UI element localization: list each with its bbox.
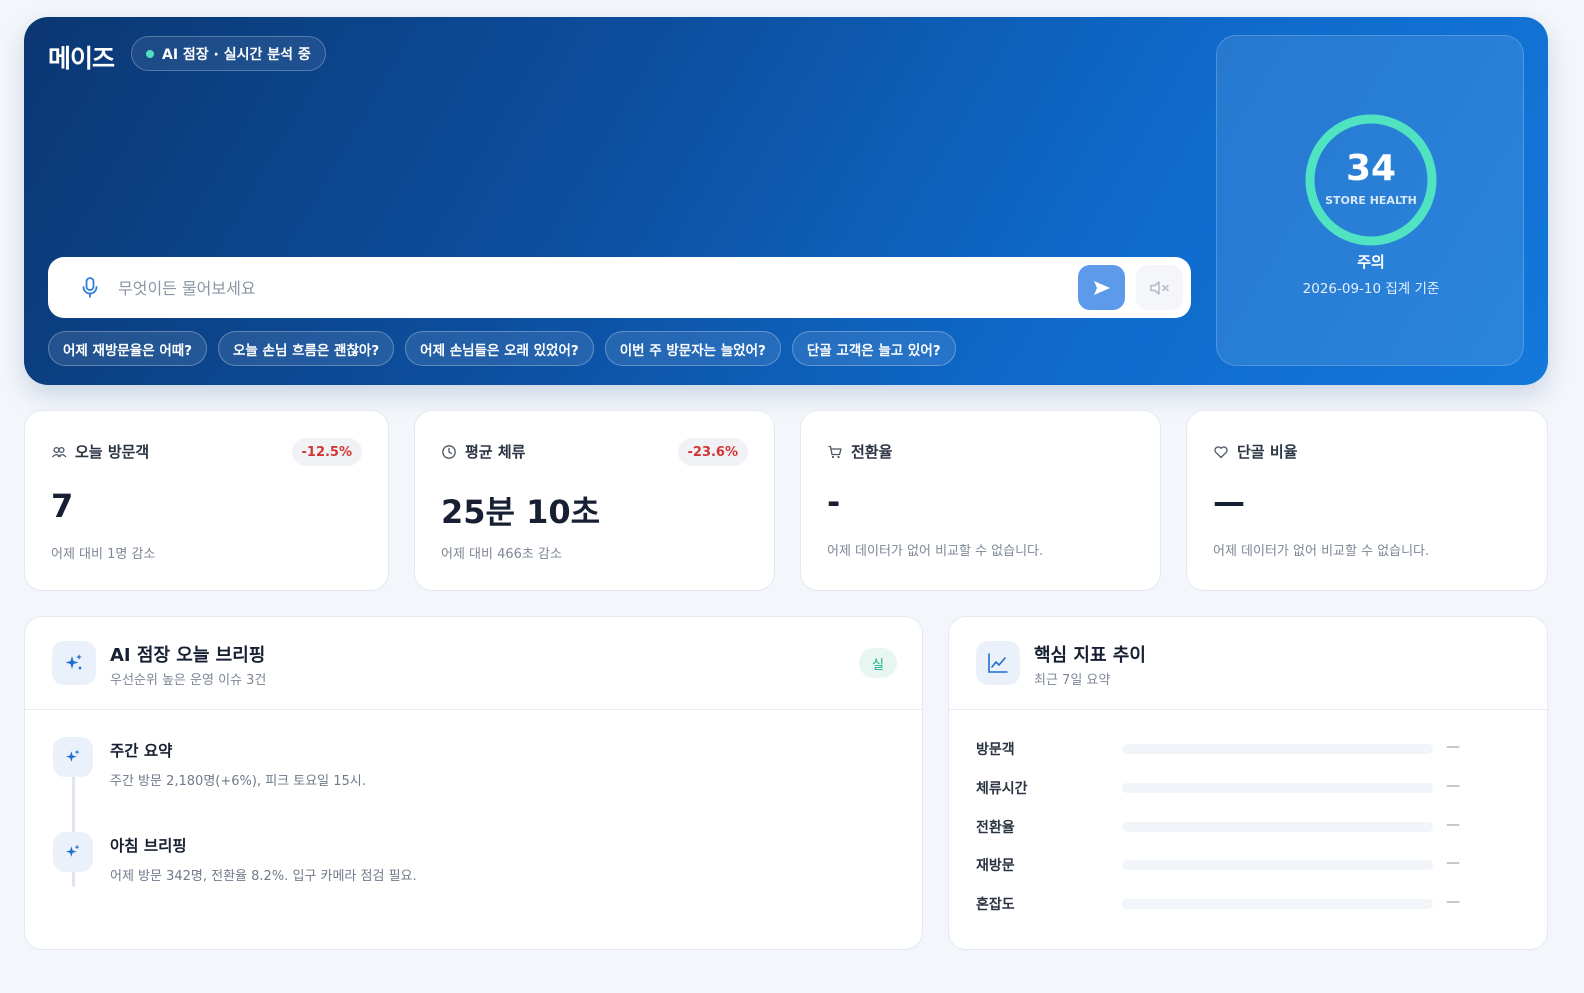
microphone-icon[interactable] — [81, 277, 99, 299]
suggestion-chip[interactable]: 오늘 손님 흐름은 괜찮아? — [218, 331, 395, 366]
cart-icon — [828, 445, 842, 458]
metric-label: 재방문 — [976, 858, 1015, 874]
suggestion-chips: 어제 재방문율은 어때? 오늘 손님 흐름은 괜찮아? 어제 손님들은 오래 있… — [48, 331, 956, 366]
briefing-divider — [25, 709, 924, 710]
briefing-item-text: 주간 방문 2,180명(+6%), 피크 토요일 15시. — [110, 774, 366, 789]
metrics-card: 핵심 지표 추이 최근 7일 요약 방문객 — 체류시간 — 전환율 — 재방문… — [948, 616, 1549, 950]
heart-icon — [1214, 445, 1228, 458]
suggestion-chip[interactable]: 단골 고객은 늘고 있어? — [791, 331, 956, 366]
kpi-note: 어제 데이터가 없어 비교할 수 없습니다. — [827, 544, 1044, 559]
sparkles-icon — [66, 749, 80, 762]
line-chart-icon — [988, 653, 1008, 673]
metrics-icon-box — [976, 641, 1020, 685]
kpi-label: 평균 체류 — [465, 443, 526, 461]
live-tag: 실 — [859, 648, 897, 678]
kpi-note: 어제 데이터가 없어 비교할 수 없습니다. — [1213, 544, 1430, 559]
suggestion-chip[interactable]: 어제 손님들은 오래 있었어? — [405, 331, 594, 366]
suggestion-chip[interactable]: 어제 재방문율은 어때? — [48, 331, 208, 366]
kpi-note: 어제 대비 1명 감소 — [51, 547, 156, 562]
metric-value: — — [1446, 739, 1460, 755]
kpi-label: 오늘 방문객 — [75, 443, 150, 461]
sparkles-icon — [65, 654, 82, 670]
clock-icon — [442, 444, 456, 459]
briefing-item-title: 주간 요약 — [110, 742, 173, 760]
metric-label: 전환율 — [976, 820, 1015, 836]
timeline-icon — [53, 737, 93, 777]
metric-label: 혼잡도 — [976, 897, 1015, 913]
live-status-text: AI 점장 · 실시간 분석 중 — [162, 46, 311, 63]
briefing-title: AI 점장 오늘 브리핑 — [110, 645, 266, 666]
send-button[interactable] — [1078, 265, 1125, 310]
metrics-subtitle: 최근 7일 요약 — [1034, 673, 1111, 688]
metric-trend-bar — [1122, 822, 1433, 832]
metric-value: — — [1446, 778, 1460, 794]
metric-label: 방문객 — [976, 742, 1015, 758]
timeline-icon — [53, 832, 93, 872]
briefing-subtitle: 우선순위 높은 운영 이슈 3건 — [110, 673, 267, 688]
kpi-label: 전환율 — [851, 443, 893, 461]
kpi-card-regulars: 단골 비율 — 어제 데이터가 없어 비교할 수 없습니다. — [1186, 410, 1548, 591]
health-score: 34 — [1345, 148, 1397, 189]
metric-trend-bar — [1122, 783, 1433, 793]
kpi-card-dwell: 평균 체류 -23.6% 25분 10초 어제 대비 466초 감소 — [414, 410, 775, 591]
speaker-mute-icon — [1149, 280, 1169, 295]
live-status-pill: AI 점장 · 실시간 분석 중 — [131, 36, 326, 71]
store-health-panel: 34 STORE HEALTH 주의 2026-09-10 집계 기준 — [1216, 35, 1524, 366]
metric-trend-bar — [1122, 860, 1433, 870]
mute-button[interactable] — [1136, 265, 1183, 310]
kpi-value: 25분 10초 — [441, 493, 601, 531]
suggestion-chip[interactable]: 이번 주 방문자는 늘었어? — [604, 331, 781, 366]
metric-value: — — [1446, 855, 1460, 871]
hero-banner: 메이즈 AI 점장 · 실시간 분석 중 어제 재방문율은 어때? 오늘 손님 … — [24, 17, 1548, 385]
sparkles-icon — [66, 844, 80, 857]
metric-label: 체류시간 — [976, 781, 1028, 797]
brand-logo: 메이즈 — [48, 44, 115, 73]
metrics-title: 핵심 지표 추이 — [1034, 645, 1146, 666]
briefing-card: AI 점장 오늘 브리핑 우선순위 높은 운영 이슈 3건 실 주간 요약 주간… — [24, 616, 924, 950]
health-date: 2026-09-10 집계 기준 — [1302, 281, 1440, 297]
kpi-card-visitors: 오늘 방문객 -12.5% 7 어제 대비 1명 감소 — [24, 410, 389, 591]
live-dot-icon — [146, 49, 154, 58]
kpi-change-badge: -23.6% — [677, 438, 748, 466]
health-status: 주의 — [1357, 253, 1385, 271]
briefing-icon-box — [52, 641, 96, 685]
kpi-label: 단골 비율 — [1237, 443, 1298, 461]
kpi-value: — — [1213, 483, 1245, 521]
kpi-note: 어제 대비 466초 감소 — [441, 547, 562, 562]
metric-value: — — [1446, 817, 1460, 833]
health-caption: STORE HEALTH — [1325, 194, 1417, 207]
users-icon — [52, 446, 67, 457]
send-icon — [1093, 280, 1110, 295]
ask-bar — [48, 257, 1191, 318]
kpi-card-conversion: 전환율 - 어제 데이터가 없어 비교할 수 없습니다. — [800, 410, 1161, 591]
metric-trend-bar — [1122, 899, 1433, 909]
briefing-item-text: 어제 방문 342명, 전환율 8.2%. 입구 카메라 점검 필요. — [110, 869, 417, 884]
metric-trend-bar — [1122, 744, 1433, 754]
ask-input[interactable] — [118, 271, 1058, 305]
metric-value: — — [1446, 894, 1460, 910]
kpi-value: 7 — [51, 487, 74, 525]
briefing-item-title: 아침 브리핑 — [110, 837, 187, 855]
kpi-value: - — [827, 483, 841, 521]
kpi-change-badge: -12.5% — [291, 438, 362, 466]
metrics-divider — [949, 709, 1549, 710]
